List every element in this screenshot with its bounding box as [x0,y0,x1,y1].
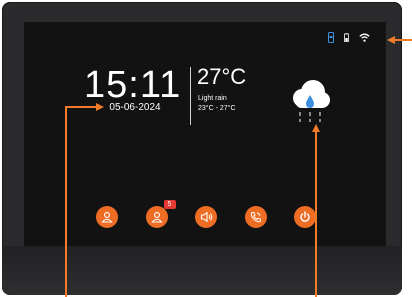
clock-callout-arrow [65,103,104,297]
annotation-arrows [65,36,412,297]
